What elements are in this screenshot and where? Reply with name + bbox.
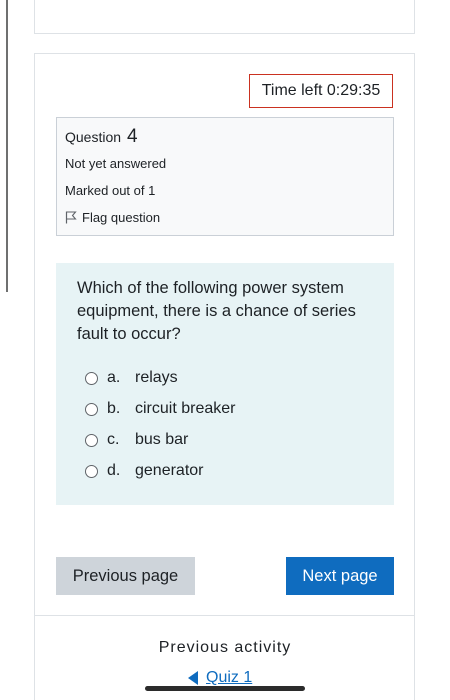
question-number-value: 4 xyxy=(126,126,138,147)
question-number: Question 4 xyxy=(65,126,138,148)
answer-text: generator xyxy=(135,462,204,479)
previous-page-button[interactable]: Previous page xyxy=(56,557,195,595)
answer-letter: a. xyxy=(107,369,121,386)
answer-option-b[interactable]: b. circuit breaker xyxy=(85,400,235,418)
timer-label: Time left 0:29:35 xyxy=(261,82,381,99)
answer-letter: c. xyxy=(107,431,120,448)
question-info-panel: Question 4 Not yet answered Marked out o… xyxy=(56,117,394,236)
answer-text: bus bar xyxy=(135,431,189,448)
previous-activity-link[interactable]: Quiz 1 xyxy=(188,669,252,687)
radio-button[interactable] xyxy=(85,402,98,416)
radio-button[interactable] xyxy=(85,464,98,478)
radio-button[interactable] xyxy=(85,433,98,447)
question-text: Which of the following power system equi… xyxy=(77,279,356,343)
answer-option-c[interactable]: c. bus bar xyxy=(85,431,188,449)
previous-card xyxy=(34,0,415,34)
answer-text: relays xyxy=(135,369,178,386)
scroll-indicator xyxy=(6,0,8,292)
answer-option-a[interactable]: a. relays xyxy=(85,369,178,387)
radio-button[interactable] xyxy=(85,371,98,385)
flag-question-button[interactable]: Flag question xyxy=(65,210,160,225)
answer-option-d[interactable]: d. generator xyxy=(85,462,204,480)
previous-activity-link-label: Quiz 1 xyxy=(206,669,253,686)
question-label: Question xyxy=(65,129,122,145)
answer-text: circuit breaker xyxy=(135,400,236,417)
flag-icon xyxy=(65,211,77,224)
time-left-timer: Time left 0:29:35 xyxy=(249,74,393,108)
next-page-button[interactable]: Next page xyxy=(286,557,394,595)
answer-letter: d. xyxy=(107,462,121,479)
question-content: Which of the following power system equi… xyxy=(56,263,394,505)
home-indicator[interactable] xyxy=(145,686,305,691)
back-arrow-icon xyxy=(188,671,198,685)
answer-letter: b. xyxy=(107,400,121,417)
previous-activity-heading: Previous activity xyxy=(158,639,292,656)
question-state: Not yet answered xyxy=(65,156,167,171)
question-grade: Marked out of 1 xyxy=(65,183,156,198)
flag-question-label: Flag question xyxy=(82,210,161,225)
